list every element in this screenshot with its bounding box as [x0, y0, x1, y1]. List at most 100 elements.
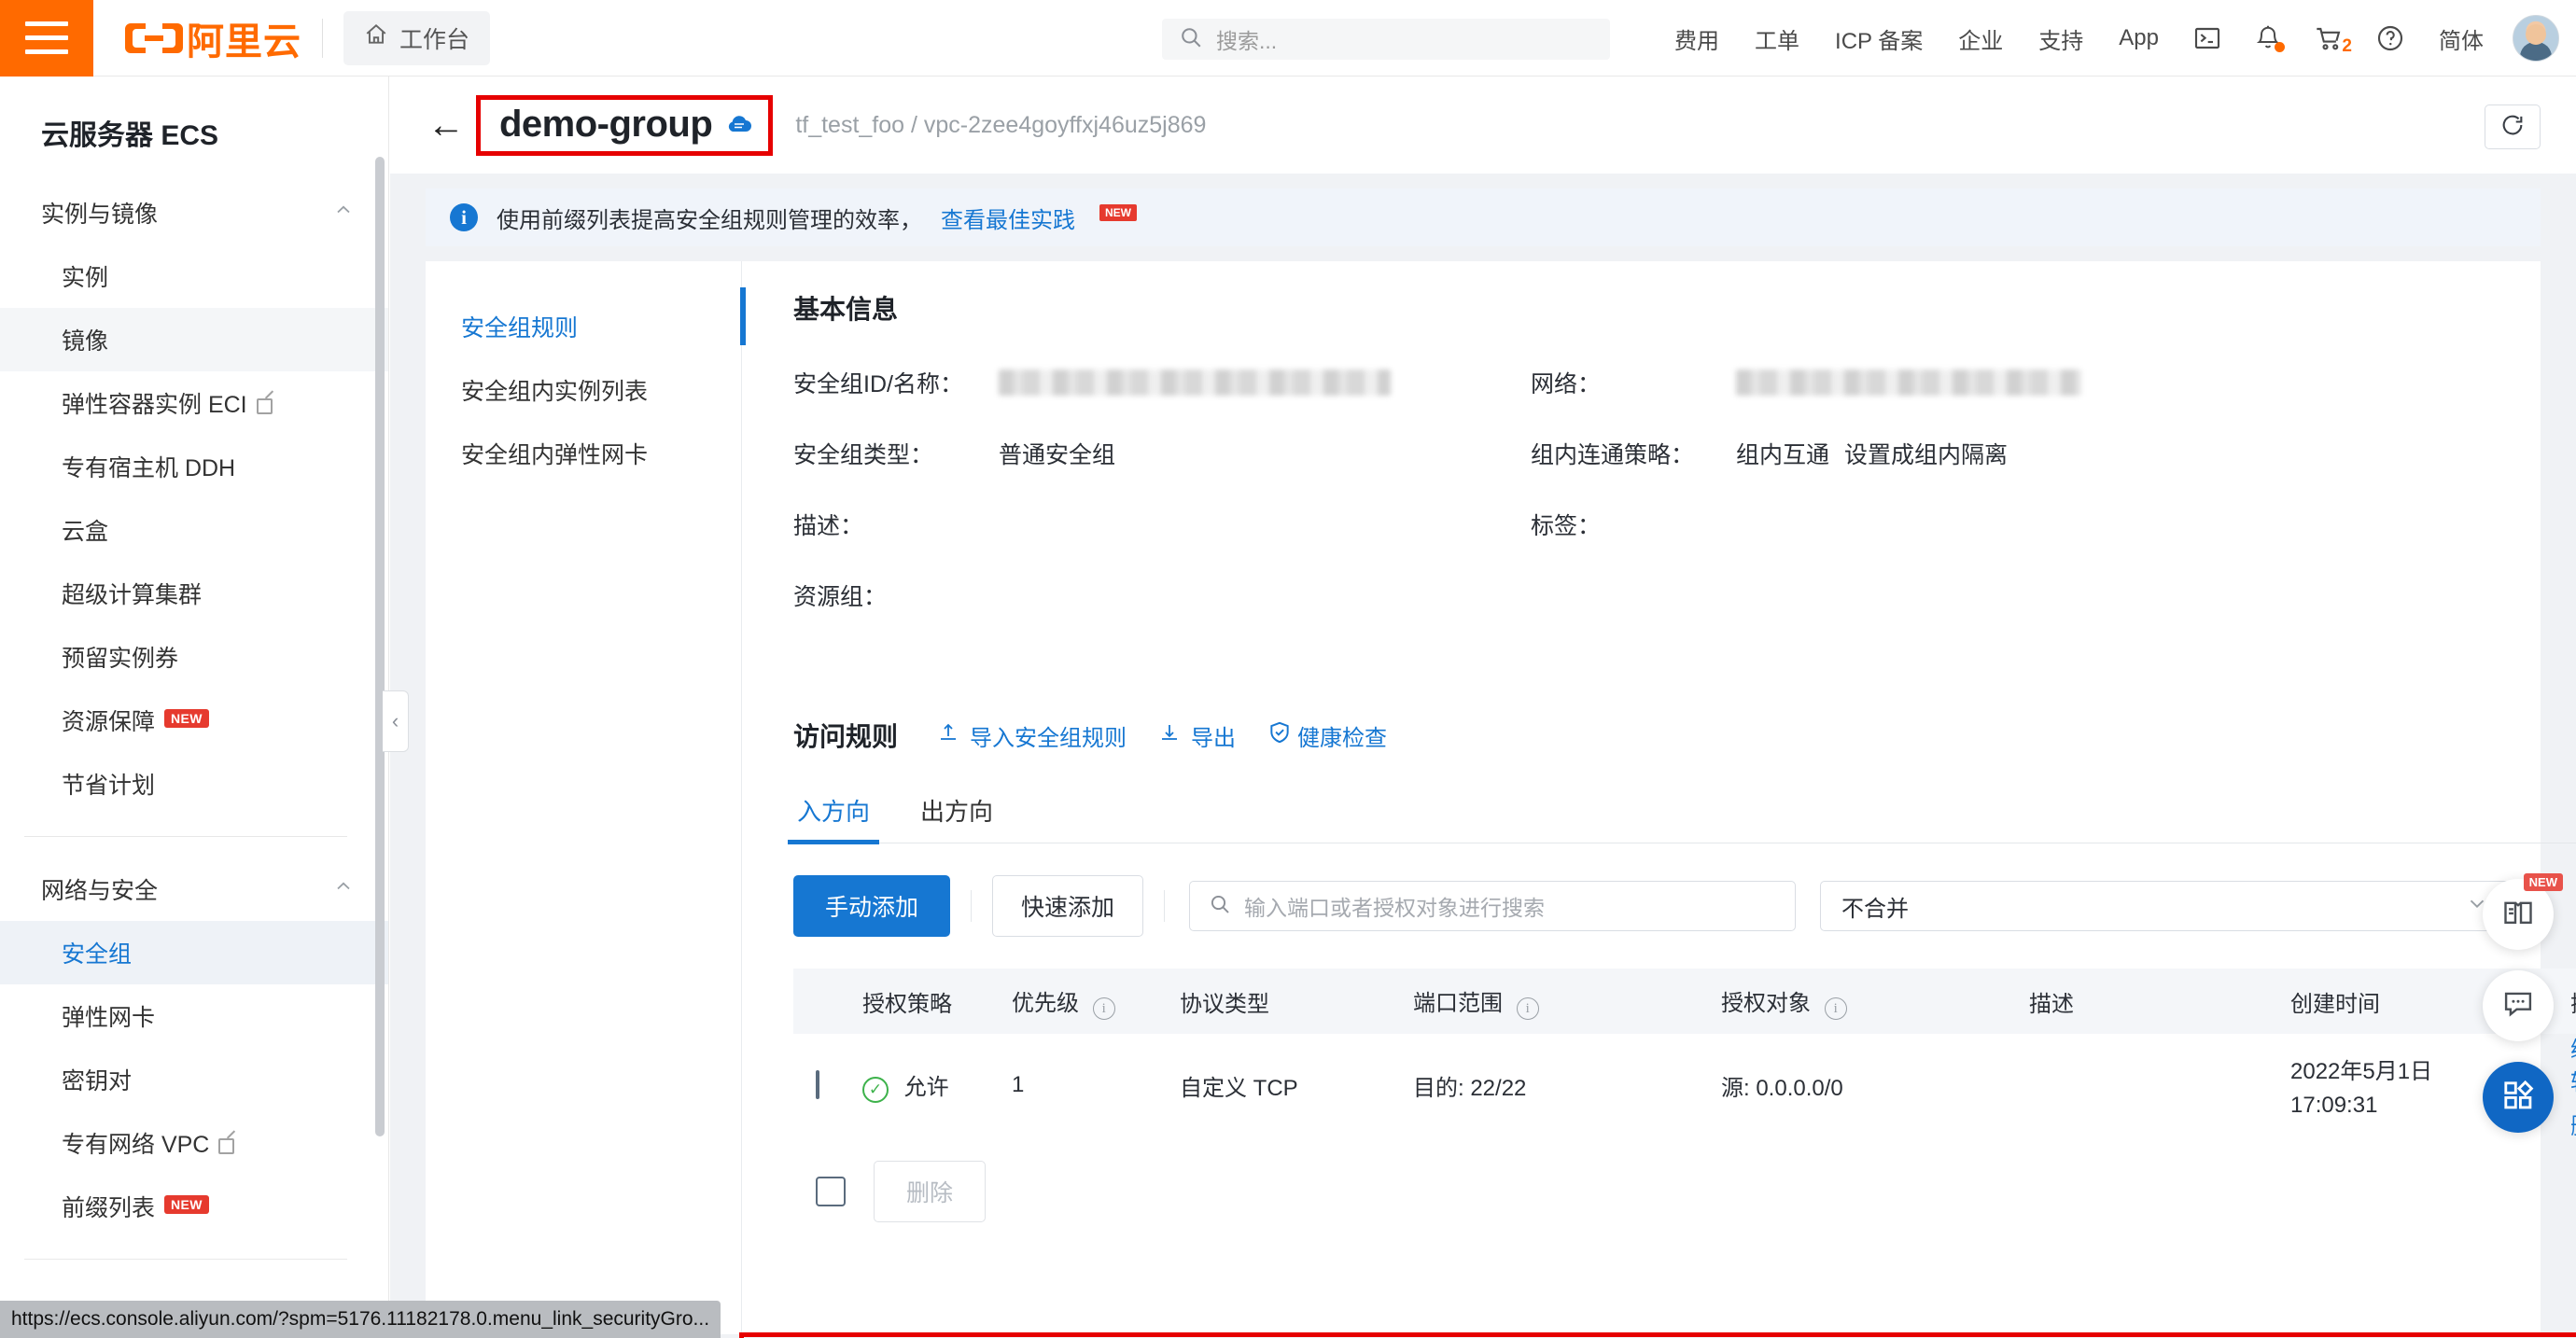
chat-icon [2501, 987, 2535, 1025]
health-check-button[interactable]: 健康检查 [1267, 719, 1387, 752]
sidebar-item-keypair[interactable]: 密钥对 [0, 1048, 388, 1111]
info-row-sg-id: 安全组ID/名称： [793, 366, 1531, 399]
cart-icon[interactable]: 2 [2298, 23, 2359, 56]
import-rules-button[interactable]: 导入安全组规则 [937, 719, 1127, 752]
workbench-button[interactable]: 工作台 [343, 10, 491, 65]
allow-check-icon: ✓ [862, 1076, 889, 1103]
merge-select[interactable]: 不合并 [1820, 881, 2512, 931]
sidebar-item-label: 预留实例券 [62, 646, 179, 672]
language-switch[interactable]: 简体 [2421, 22, 2501, 55]
masked-value [999, 369, 1391, 396]
sub-navigation: 安全组规则 安全组内实例列表 安全组内弹性网卡 [426, 261, 741, 1334]
hamburger-line [25, 49, 68, 54]
sidebar-item-vpc[interactable]: 专有网络 VPC [0, 1111, 388, 1175]
sidebar-item-prefix-list[interactable]: 前缀列表 NEW [0, 1175, 388, 1238]
sidebar-item-label: 前缀列表 [62, 1195, 156, 1221]
subnav-item-eni-list[interactable]: 安全组内弹性网卡 [426, 422, 741, 485]
info-icon: i [450, 203, 478, 231]
tab-inbound[interactable]: 入方向 [787, 793, 880, 844]
sidebar-item-eci[interactable]: 弹性容器实例 ECI [0, 371, 388, 435]
menu-toggle-button[interactable] [0, 0, 93, 77]
sidebar-item-label: 超级计算集群 [62, 582, 203, 608]
set-intra-isolation-link[interactable]: 设置成组内隔离 [1844, 437, 2008, 470]
info-icon[interactable]: i [1092, 997, 1115, 1021]
tab-outbound[interactable]: 出方向 [917, 793, 997, 843]
sidebar-group-instances[interactable]: 实例与镜像 [0, 181, 388, 244]
header-link-enterprise[interactable]: 企业 [1940, 22, 2021, 55]
breadcrumb: tf_test_foo / vpc-2zee4goyffxj46uz5j869 [795, 111, 1207, 138]
sidebar-item-instance[interactable]: 实例 [0, 244, 388, 308]
sidebar-scrollbar[interactable] [375, 157, 385, 1136]
chat-button[interactable] [2483, 970, 2554, 1041]
table-header-row: 授权策略 优先级 i 协议类型 端口范围 i 授权对象 i 描述 创建时间 [793, 969, 2576, 1034]
table-footer: 删除 [793, 1161, 2576, 1222]
sidebar-item-security-group[interactable]: 安全组 [0, 921, 388, 984]
search-icon [1209, 893, 1231, 920]
masked-value [1736, 369, 2081, 396]
global-search-input[interactable]: 搜索... [1162, 19, 1610, 60]
sidebar-item-image[interactable]: 镜像 [0, 308, 388, 371]
sidebar-collapse-button[interactable]: ‹ [383, 690, 409, 752]
sidebar-item-label: 弹性容器实例 ECI [62, 392, 247, 418]
sidebar-item-label: 实例 [62, 265, 109, 291]
select-all-checkbox[interactable] [816, 1177, 846, 1206]
new-badge: NEW [164, 709, 209, 728]
info-row-sg-type: 安全组类型： 普通安全组 [793, 437, 1531, 470]
column-header-auth-object-label: 授权对象 [1721, 990, 1811, 1016]
manual-add-button[interactable]: 手动添加 [793, 875, 951, 937]
info-label: 网络： [1531, 371, 1602, 397]
header-link-fee[interactable]: 费用 [1657, 22, 1737, 55]
top-header: 阿里云 工作台 搜索... 费用 工单 ICP 备案 企业 支持 App 2 简… [0, 0, 2576, 77]
sidebar-divider [24, 1259, 347, 1260]
back-arrow-icon[interactable]: ← [427, 106, 465, 144]
info-value: 组内互通 [1736, 442, 1830, 468]
basic-info-grid: 安全组ID/名称： 网络： 安全组类型： 普通安全组 组内连通策略： 组内互通 … [793, 366, 2576, 612]
info-row-resource-group: 资源组： [793, 578, 1531, 612]
docs-button[interactable]: NEW [2483, 873, 2563, 950]
basic-info-title: 基本信息 [793, 295, 899, 324]
sidebar-item-reserved-instance[interactable]: 预留实例券 [0, 625, 388, 689]
help-icon[interactable] [2359, 23, 2421, 53]
sidebar-item-label: 密钥对 [62, 1068, 133, 1094]
subnav-item-instance-list[interactable]: 安全组内实例列表 [426, 358, 741, 422]
batch-delete-button[interactable]: 删除 [874, 1161, 987, 1222]
cell-protocol: 自定义 TCP [1180, 1075, 1298, 1101]
header-link-app[interactable]: App [2101, 25, 2177, 51]
direction-tabs: 入方向 出方向 [787, 793, 2576, 844]
column-header-protocol: 协议类型 [1180, 991, 1269, 1017]
sidebar-item-resource-assurance[interactable]: 资源保障 NEW [0, 689, 388, 752]
hamburger-line [25, 35, 68, 40]
sidebar-item-cloudbox[interactable]: 云盒 [0, 498, 388, 562]
notice-link[interactable]: 查看最佳实践 [941, 202, 1075, 234]
panel-content: 基本信息 安全组ID/名称： 网络： 安全组类型： 普通安全组 组内连通策略： … [739, 261, 2576, 1338]
rules-search-input[interactable]: 输入端口或者授权对象进行搜索 [1189, 881, 1797, 931]
sidebar-item-ddh[interactable]: 专有宿主机 DDH [0, 435, 388, 498]
upload-icon [937, 720, 959, 751]
header-link-icp[interactable]: ICP 备案 [1817, 22, 1940, 55]
header-link-support[interactable]: 支持 [2021, 22, 2101, 55]
bell-icon[interactable] [2238, 23, 2298, 53]
sidebar-group-network-security[interactable]: 网络与安全 [0, 857, 388, 921]
info-icon[interactable]: i [1824, 997, 1847, 1021]
import-rules-label: 导入安全组规则 [970, 725, 1127, 751]
sidebar-item-savings-plan[interactable]: 节省计划 [0, 752, 388, 815]
info-icon[interactable]: i [1516, 997, 1539, 1021]
aliyun-logo[interactable]: 阿里云 [93, 11, 301, 65]
subnav-item-security-group-rules[interactable]: 安全组规则 [426, 295, 741, 358]
apps-icon [2501, 1079, 2535, 1117]
terminal-icon[interactable] [2177, 23, 2238, 53]
avatar[interactable] [2513, 15, 2559, 62]
export-button[interactable]: 导出 [1158, 719, 1236, 752]
column-header-description: 描述 [2029, 991, 2074, 1017]
sidebar-item-eni[interactable]: 弹性网卡 [0, 984, 388, 1048]
notice-text: 使用前缀列表提高安全组规则管理的效率， [497, 207, 922, 233]
quick-add-button[interactable]: 快速添加 [992, 875, 1144, 937]
refresh-button[interactable] [2485, 105, 2541, 149]
row-checkbox[interactable] [816, 1070, 819, 1099]
header-link-ticket[interactable]: 工单 [1737, 22, 1817, 55]
column-header-policy: 授权策略 [862, 991, 952, 1017]
apps-button[interactable] [2483, 1062, 2554, 1133]
sidebar-item-scc[interactable]: 超级计算集群 [0, 562, 388, 625]
header-actions: 费用 工单 ICP 备案 企业 支持 App 2 简体 [1657, 0, 2559, 77]
rules-table: 授权策略 优先级 i 协议类型 端口范围 i 授权对象 i 描述 创建时间 ✓ … [793, 969, 2576, 1139]
